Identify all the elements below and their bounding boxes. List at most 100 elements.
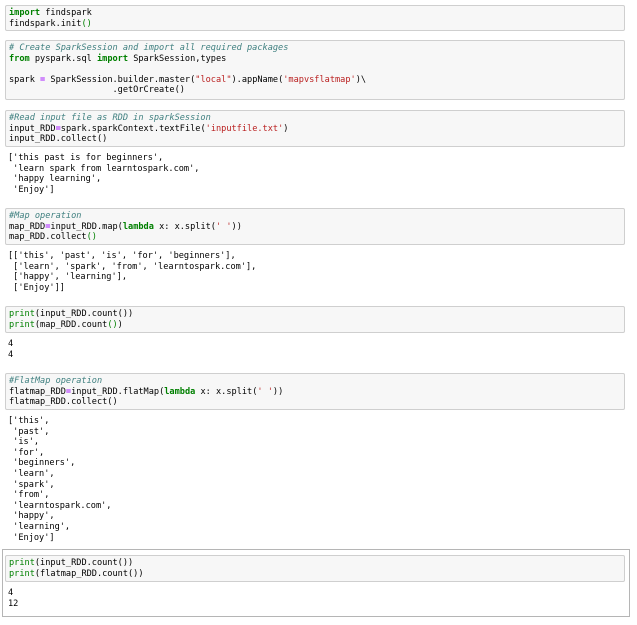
code-token: )\ xyxy=(355,74,367,85)
code-line: #FlatMap operation xyxy=(9,376,624,387)
code-cell-input-2[interactable]: # Create SparkSession and import all req… xyxy=(5,40,625,100)
output-line: 'learning', xyxy=(8,521,71,532)
code-cell-input-7[interactable]: print(input_RDD.count()) print(flatmap_RD… xyxy=(5,555,625,582)
output-line: 'is', xyxy=(8,437,40,448)
code-token: () xyxy=(86,232,97,243)
code-token: 'inputfile.txt' xyxy=(205,123,284,134)
code-line: from pyspark.sql import SparkSession,typ… xyxy=(9,54,624,65)
output-line: [['this', 'past', 'is', 'for', 'beginner… xyxy=(8,251,236,261)
output-line: 4 xyxy=(8,349,14,360)
code-token: .getOrCreate() xyxy=(9,85,185,96)
code-cell-input-6[interactable]: #FlatMap operation flatmap_RDD=input_RDD.… xyxy=(5,373,625,410)
code-cell-output-6: ['this', 'past', 'is', 'for', 'beginners… xyxy=(8,416,618,543)
output-line: ['happy', 'learning'], xyxy=(8,272,127,283)
output-line: 4 xyxy=(8,588,14,598)
code-token: findspark xyxy=(40,8,92,18)
code-token: #Read input file as RDD in sparkSession xyxy=(9,113,211,123)
code-line: map_RDD=input_RDD.map(lambda x: x.split(… xyxy=(9,222,624,233)
code-token: (input_RDD.count()) xyxy=(34,309,134,319)
output-line: ['this past is for beginners', xyxy=(8,153,164,163)
code-token: spark xyxy=(9,74,41,85)
output-line: 4 xyxy=(8,339,14,349)
output-line: 'past', xyxy=(8,426,50,437)
code-line: print(map_RDD.count()) xyxy=(9,320,624,331)
code-line: spark = SparkSession.builder.master("loc… xyxy=(9,75,624,86)
code-token: #Map operation xyxy=(9,211,82,221)
code-line: flatmap_RDD=input_RDD.flatMap(lambda x: … xyxy=(9,387,624,398)
code-line: #Map operation xyxy=(9,211,624,222)
code-line: map_RDD.collect() xyxy=(9,232,624,243)
code-token: () xyxy=(107,319,118,330)
code-token: # Create SparkSession and import all req… xyxy=(9,43,289,53)
code-token: ' ' xyxy=(257,386,273,397)
notebook: import findspark findspark.init() # Creat… xyxy=(0,0,637,625)
output-line: ['this', xyxy=(8,416,50,426)
output-line: 'Enjoy'] xyxy=(8,184,55,195)
code-token: (map_RDD.count xyxy=(34,319,108,330)
code-token: print xyxy=(9,309,35,319)
code-token: print xyxy=(9,568,35,579)
code-token: pyspark.sql xyxy=(29,53,97,64)
code-cell-output-4: [['this', 'past', 'is', 'for', 'beginner… xyxy=(8,251,618,293)
code-cell-input-3[interactable]: #Read input file as RDD in sparkSession i… xyxy=(5,110,625,147)
code-token: SparkSession.builder.master( xyxy=(45,74,196,85)
code-line: print(input_RDD.count()) xyxy=(9,558,624,569)
output-line: 'happy learning', xyxy=(8,174,102,185)
code-token: lambda xyxy=(122,221,154,232)
code-line: input_RDD=spark.sparkContext.textFile('i… xyxy=(9,124,624,135)
code-token: print xyxy=(9,319,35,330)
code-token: x: x.split( xyxy=(153,221,216,232)
code-line: input_RDD.collect() xyxy=(9,134,624,145)
code-token: print xyxy=(9,558,35,568)
output-line: 'for', xyxy=(8,447,45,458)
code-token: 'mapvsflatmap' xyxy=(283,74,356,85)
code-line: # Create SparkSession and import all req… xyxy=(9,43,624,54)
code-token: findspark.init xyxy=(9,18,82,29)
code-token: #FlatMap operation xyxy=(9,376,103,386)
code-token: ) xyxy=(117,319,123,330)
code-cell-output-5: 44 xyxy=(8,339,618,360)
code-token: input_RDD.collect() xyxy=(9,134,108,145)
code-line: import findspark xyxy=(9,8,624,19)
code-line: findspark.init() xyxy=(9,19,624,30)
code-token: input_RDD.map( xyxy=(50,221,123,232)
output-line: 'learn spark from learntospark.com', xyxy=(8,163,200,174)
code-token: flatmap_RDD.collect() xyxy=(9,397,118,408)
code-token: )) xyxy=(272,386,284,397)
code-cell-output-7: 4 12 xyxy=(8,588,618,609)
code-token: ' ' xyxy=(215,221,232,232)
output-line: 'happy', xyxy=(8,511,55,522)
code-token: (flatmap_RDD.count()) xyxy=(34,568,144,579)
code-token: lambda xyxy=(164,386,196,397)
code-token: ) xyxy=(283,123,289,134)
code-token: x: x.split( xyxy=(195,386,258,397)
output-line: ['learn', 'spark', 'from', 'learntospark… xyxy=(8,261,257,272)
output-line: 'learntospark.com', xyxy=(8,500,112,511)
code-token: import xyxy=(96,53,129,64)
output-line: 'from', xyxy=(8,490,50,501)
code-token: import xyxy=(9,8,41,18)
output-line: 'spark', xyxy=(8,479,55,490)
code-cell-input-1[interactable]: import findspark findspark.init() xyxy=(5,5,625,31)
code-token: from xyxy=(9,53,30,64)
code-token: (input_RDD.count()) xyxy=(34,558,134,568)
code-cell-output-3: ['this past is for beginners', 'learn sp… xyxy=(8,153,618,195)
code-token: flatmap_RDD xyxy=(9,386,66,397)
code-token: spark.sparkContext.textFile( xyxy=(60,123,206,134)
code-line: .getOrCreate() xyxy=(9,85,624,96)
code-cell-input-4[interactable]: #Map operation map_RDD=input_RDD.map(lamb… xyxy=(5,208,625,245)
code-token: () xyxy=(81,18,92,29)
output-line: ['Enjoy']] xyxy=(8,282,65,293)
code-token: input_RDD.flatMap( xyxy=(71,386,165,397)
code-token: map_RDD.collect xyxy=(9,232,87,243)
code-line: print(input_RDD.count()) xyxy=(9,309,624,320)
code-line: print(flatmap_RDD.count()) xyxy=(9,569,624,580)
code-cell-input-5[interactable]: print(input_RDD.count()) print(map_RDD.co… xyxy=(5,306,625,333)
code-token: map_RDD xyxy=(9,221,46,232)
code-line: #Read input file as RDD in sparkSession xyxy=(9,113,624,124)
output-line: 'learn', xyxy=(8,468,55,479)
code-line: flatmap_RDD.collect() xyxy=(9,397,624,408)
code-token: input_RDD xyxy=(9,123,56,134)
output-line: 12 xyxy=(8,598,19,609)
